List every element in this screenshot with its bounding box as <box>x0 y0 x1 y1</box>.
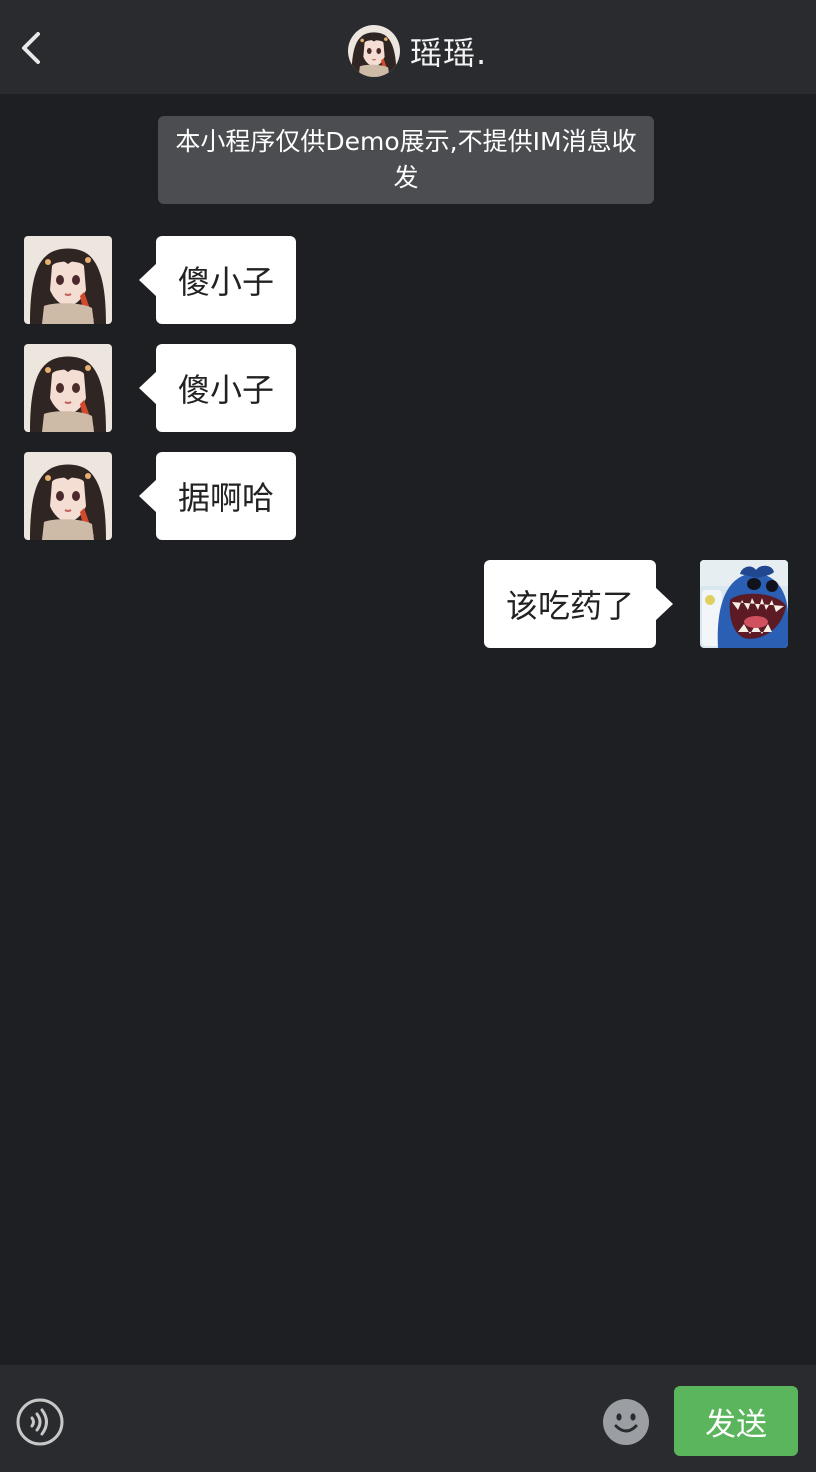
contact-avatar-image <box>24 344 112 432</box>
back-button[interactable] <box>12 22 56 74</box>
contact-avatar[interactable] <box>24 452 112 540</box>
system-notice: 本小程序仅供Demo展示,不提供IM消息收发 <box>158 116 654 204</box>
emoji-icon <box>603 1399 649 1445</box>
contact-avatar-image <box>24 236 112 324</box>
emoji-button[interactable] <box>602 1398 650 1446</box>
contact-avatar[interactable] <box>24 236 112 324</box>
voice-icon <box>16 1398 64 1446</box>
message-bubble[interactable]: 傻小子 <box>139 344 296 432</box>
message-bubble[interactable]: 傻小子 <box>139 236 296 324</box>
chat-title: 瑶瑶. <box>410 34 488 72</box>
input-bar: 发送 <box>0 1365 816 1472</box>
header-avatar[interactable] <box>348 25 400 77</box>
chat-contact[interactable]: 瑶瑶. <box>348 24 487 78</box>
contact-avatar[interactable] <box>24 344 112 432</box>
self-avatar-image <box>700 560 788 648</box>
message-bubble-self[interactable]: 该吃药了 <box>484 560 673 648</box>
chevron-left-icon <box>22 32 40 64</box>
chat-screen: 瑶瑶. 本小程序仅供Demo展示,不提供IM消息收发 傻小子 傻小子 据啊哈 该… <box>0 0 816 1472</box>
send-button[interactable]: 发送 <box>674 1386 798 1456</box>
message-bubble[interactable]: 据啊哈 <box>139 452 296 540</box>
voice-button[interactable] <box>16 1398 64 1446</box>
contact-avatar-image <box>348 25 400 77</box>
chat-header: 瑶瑶. <box>0 0 816 94</box>
contact-avatar-image <box>24 452 112 540</box>
self-avatar[interactable] <box>700 560 788 648</box>
